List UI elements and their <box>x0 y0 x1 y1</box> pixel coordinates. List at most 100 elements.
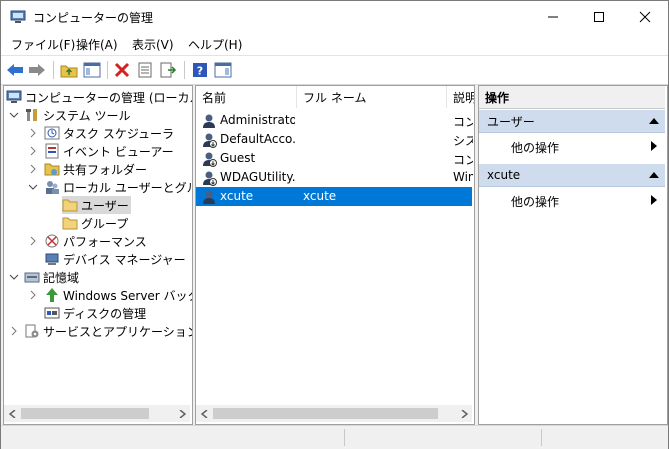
cell-description: Win <box>453 170 473 184</box>
chevron-right-icon[interactable] <box>9 322 19 340</box>
title-bar[interactable]: コンピューターの管理 <box>1 1 668 33</box>
tree-item-services[interactable]: サービスとアプリケーション <box>24 322 192 340</box>
delete-button[interactable] <box>112 60 132 80</box>
help-icon: ? <box>193 63 207 78</box>
caret-up-icon[interactable] <box>649 117 659 125</box>
caret-right-icon <box>651 195 657 205</box>
list-horizontal-scrollbar[interactable] <box>196 405 472 422</box>
user-list-pane[interactable]: 名前 フル ネーム 説明 Administrator コン DefaultAcc… <box>195 85 475 425</box>
action-pane-icon <box>214 62 232 78</box>
column-header-description[interactable]: 説明 <box>447 86 474 108</box>
table-row[interactable]: Administrator コン <box>196 111 473 130</box>
arrow-right-icon <box>29 64 45 76</box>
action-section-xcute[interactable]: xcute <box>479 164 665 187</box>
user-icon <box>203 114 215 128</box>
action-item-label: 他の操作 <box>511 141 560 155</box>
tree-horizontal-scrollbar[interactable] <box>4 405 190 422</box>
tree-item-label: コンピューターの管理 (ローカル) <box>25 90 193 105</box>
console-tree-pane[interactable]: コンピューターの管理 (ローカル) システム ツール タスク スケジューラ イベ… <box>3 85 193 425</box>
column-header-name[interactable]: 名前 <box>196 86 297 108</box>
tree-item-label: ユーザー <box>81 198 129 213</box>
computer-management-icon <box>10 10 26 23</box>
tree-item-event-viewer[interactable]: イベント ビューアー <box>44 142 174 160</box>
action-more-users[interactable]: 他の操作 <box>479 136 665 156</box>
disabled-user-icon <box>203 133 217 148</box>
chevron-down-icon[interactable] <box>9 106 19 124</box>
cell-description: シス <box>453 134 473 148</box>
tree-item-users[interactable]: ユーザー <box>62 196 131 214</box>
table-row[interactable]: Guest コン <box>196 149 473 168</box>
scroll-right-icon[interactable] <box>173 405 190 422</box>
folder-up-icon <box>60 65 78 78</box>
backup-icon <box>46 288 58 302</box>
forward-button[interactable] <box>27 60 47 80</box>
cell-name: Administrator <box>220 113 295 127</box>
scroll-left-icon[interactable] <box>4 405 21 422</box>
menu-help[interactable]: ヘルプ(H) <box>188 36 242 53</box>
help-button[interactable]: ? <box>190 60 210 80</box>
tree-item-root[interactable]: コンピューターの管理 (ローカル) <box>6 88 193 106</box>
export-list-button[interactable] <box>158 60 178 80</box>
export-icon <box>160 62 177 78</box>
tree-item-disk-management[interactable]: ディスクの管理 <box>44 304 146 322</box>
chevron-right-icon[interactable] <box>28 232 38 250</box>
tree-item-label: システム ツール <box>43 108 131 123</box>
show-hide-tree-button[interactable] <box>82 60 102 80</box>
up-folder-button[interactable] <box>59 60 79 80</box>
close-icon <box>639 11 651 23</box>
window: コンピューターの管理 ファイル(F) 操作(A) 表示(V) ヘルプ(H) ? … <box>0 0 669 449</box>
action-section-label: ユーザー <box>487 114 535 129</box>
tools-icon <box>26 109 37 121</box>
disk-management-icon <box>44 307 60 319</box>
cell-name: xcute <box>220 189 254 203</box>
tree-item-backup[interactable]: Windows Server バックア <box>44 286 192 304</box>
scroll-right-icon[interactable] <box>455 405 472 422</box>
caret-up-icon[interactable] <box>649 171 659 179</box>
cell-name: WDAGUtility... <box>220 170 295 184</box>
chevron-down-icon[interactable] <box>28 178 38 196</box>
tree-item-storage[interactable]: 記憶域 <box>24 268 79 286</box>
tree-item-label: ディスクの管理 <box>63 306 147 321</box>
scroll-thumb[interactable] <box>21 408 149 419</box>
back-button[interactable] <box>5 60 25 80</box>
shared-folder-icon <box>44 163 60 176</box>
action-more-xcute[interactable]: 他の操作 <box>479 190 665 210</box>
storage-icon <box>24 272 40 283</box>
tree-item-device-manager[interactable]: デバイス マネージャー <box>44 250 186 268</box>
scroll-left-icon[interactable] <box>196 405 213 422</box>
tree-item-local-users[interactable]: ローカル ユーザーとグループ <box>44 178 192 196</box>
tree-item-label: パフォーマンス <box>63 234 147 249</box>
close-button[interactable] <box>622 1 668 33</box>
tree-item-shared-folders[interactable]: 共有フォルダー <box>44 160 147 178</box>
show-hide-action-pane-button[interactable] <box>213 60 233 80</box>
maximize-icon <box>594 12 604 22</box>
table-row[interactable]: WDAGUtility... Win <box>196 168 473 187</box>
minimize-button[interactable] <box>530 1 576 33</box>
chevron-right-icon[interactable] <box>28 124 38 142</box>
action-section-users[interactable]: ユーザー <box>479 110 665 133</box>
scroll-thumb[interactable] <box>213 408 438 419</box>
chevron-right-icon[interactable] <box>28 286 38 304</box>
services-icon <box>25 324 39 338</box>
tree-item-system-tools[interactable]: システム ツール <box>24 106 130 124</box>
menu-file[interactable]: ファイル(F) <box>11 36 75 53</box>
maximize-button[interactable] <box>576 1 622 33</box>
column-header-fullname[interactable]: フル ネーム <box>297 86 447 108</box>
cell-name: DefaultAcco... <box>220 132 295 146</box>
tree-item-label: Windows Server バックア <box>63 288 192 303</box>
tree-item-groups[interactable]: グループ <box>62 214 128 232</box>
cell-description: コン <box>453 115 473 129</box>
menu-action[interactable]: 操作(A) <box>76 36 118 53</box>
action-pane: 操作 ユーザー 他の操作 xcute 他の操作 <box>478 85 668 425</box>
table-row[interactable]: DefaultAcco... シス <box>196 130 473 149</box>
table-row-selected[interactable]: xcute xcute <box>196 187 472 206</box>
chevron-right-icon[interactable] <box>28 160 38 178</box>
clock-icon <box>44 126 60 140</box>
chevron-right-icon[interactable] <box>28 142 38 160</box>
menu-view[interactable]: 表示(V) <box>132 36 174 53</box>
tree-item-task-scheduler[interactable]: タスク スケジューラ <box>44 124 174 142</box>
action-pane-header: 操作 <box>479 86 665 109</box>
properties-button[interactable] <box>135 60 155 80</box>
tree-item-performance[interactable]: パフォーマンス <box>44 232 147 250</box>
chevron-down-icon[interactable] <box>9 268 19 286</box>
